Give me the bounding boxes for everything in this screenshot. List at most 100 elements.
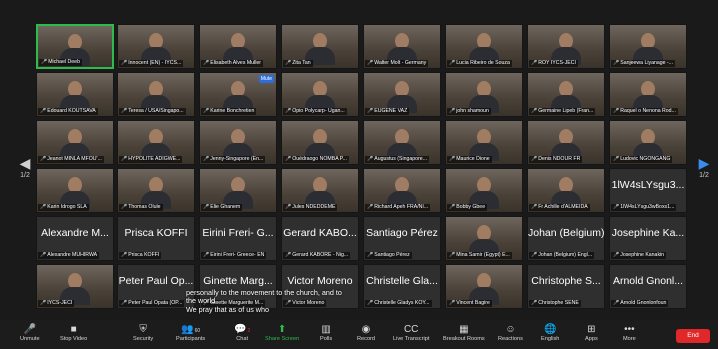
microphone-muted-icon: 🎤 (449, 300, 456, 306)
participant-tile[interactable]: 🎤HYPOLITE ADIGWE... (117, 120, 195, 165)
participant-tile[interactable]: 🎤Germaine Lipeb (Fran... (527, 72, 605, 117)
microphone-muted-icon: 🎤 (121, 300, 128, 306)
participant-tile[interactable]: Josephine Ka... 🎤Josephine Kanakin (609, 216, 687, 261)
participant-tile[interactable]: Eirini Freri- G... 🎤Eirini Freri- Greece-… (199, 216, 277, 261)
participant-tile[interactable]: 🎤Ludovic NGONGANG (609, 120, 687, 165)
participant-name-label: 🎤Germaine Lipeb (Fran... (529, 108, 596, 115)
participant-name: Elie Ghanem (210, 204, 241, 210)
participant-tile[interactable]: 🎤john shamoun (445, 72, 523, 117)
participant-name-label: 🎤Eirini Freri- Greece- EN (201, 252, 267, 259)
live-transcript-button[interactable]: CC Live Transcript (393, 324, 429, 342)
caption-line-3: We pray that as of us who (186, 304, 269, 314)
more-button[interactable]: ••• More (623, 324, 636, 342)
participant-tile[interactable]: 🎤IYCS-JECI (36, 264, 114, 309)
participant-name: Germaine Lipeb (Fran... (538, 108, 594, 114)
participant-display-name: Alexandre M... (41, 227, 109, 239)
apps-icon: ⊞ (587, 324, 596, 335)
participant-tile[interactable]: 🎤Edouard KOUTSAVA (36, 72, 114, 117)
participant-tile[interactable]: Mute 🎤Karine Bonchretien (199, 72, 277, 117)
participant-tile[interactable]: 🎤Bobby Gbee (445, 168, 523, 213)
participant-name-label: 🎤Vincent Bagire (447, 300, 492, 307)
microphone-muted-icon: 🎤 (23, 324, 37, 335)
participant-tile[interactable]: 🎤Jenny-Singapore (En... (199, 120, 277, 165)
participant-tile[interactable]: Arnold Gnonl... 🎤Arnold Gnonlonfoun (609, 264, 687, 309)
participant-tile[interactable]: 🎤Walter Molt - Germany (363, 24, 441, 69)
microphone-muted-icon: 🎤 (203, 252, 210, 258)
participant-tile[interactable]: 🎤Lucia Ribeiro de Souza (445, 24, 523, 69)
participant-tile[interactable]: 🎤Fr Achille d'ALMEIDA (527, 168, 605, 213)
participant-tile[interactable]: 🎤Karin Idrogo SLA (36, 168, 114, 213)
microphone-muted-icon: 🎤 (121, 204, 128, 210)
participant-tile[interactable]: Prisca KOFFI 🎤Prisca KOFFI (117, 216, 195, 261)
prev-page-button[interactable]: ◀ 1/2 (16, 154, 34, 194)
next-page-button[interactable]: ▶ 1/2 (695, 154, 713, 194)
participant-tile[interactable]: Christophe S... 🎤Christophe SENE (527, 264, 605, 309)
participant-tile[interactable]: 🎤Vincent Bagire (445, 264, 523, 309)
page-indicator-right: 1/2 (699, 172, 709, 179)
participant-tile[interactable]: 🎤Richard Apeh FRA/NI... (363, 168, 441, 213)
participant-tile[interactable]: 🎤Sanjeewa Liyanage -... (609, 24, 687, 69)
unmute-button[interactable]: 🎤 Unmute (20, 324, 40, 342)
participant-name-label: 🎤Augustus (Singapore... (365, 156, 430, 163)
participant-name-label: 🎤Denis NDOUR FR (529, 156, 583, 163)
participant-name: Walter Molt - Germany (374, 60, 427, 66)
security-button[interactable]: ⛨ Security (133, 324, 153, 342)
participant-tile[interactable]: 🎤Teresa / USA/Singapo... (117, 72, 195, 117)
participant-name-label: 🎤EUGENE VAZ (365, 108, 410, 115)
microphone-muted-icon: 🎤 (449, 252, 456, 258)
participant-tile[interactable]: 🎤Elisabeth Alves Muller (199, 24, 277, 69)
participant-name: Maurice Dione (456, 156, 490, 162)
participant-tile[interactable]: 🎤Ouédraogo NOMBA P... (281, 120, 359, 165)
breakout-rooms-button[interactable]: ▦ Breakout Rooms (443, 324, 485, 342)
participant-name-label: 🎤Arnold Gnonlonfoun (611, 300, 669, 307)
record-button[interactable]: ◉ Record (357, 324, 375, 342)
participant-name-label: 🎤Jeanot MINLA MFOU'... (38, 156, 104, 163)
participant-tile[interactable]: Peter Paul Op... 🎤Peter Paul Opata (OP... (117, 264, 195, 309)
participant-tile[interactable]: 🎤Jeanot MINLA MFOU'... (36, 120, 114, 165)
participant-tile[interactable]: Johan (Belgium) 🎤Johan (Belgium) Engl... (527, 216, 605, 261)
participant-name: Bobby Gbee (456, 204, 486, 210)
microphone-muted-icon: 🎤 (531, 300, 538, 306)
participant-tile[interactable]: 🎤Opio Polycarp- Ugan... (281, 72, 359, 117)
participant-name: Sanjeewa Liyanage -... (620, 60, 674, 66)
end-meeting-button[interactable]: End (676, 329, 710, 343)
participant-tile[interactable]: 🎤Raquel o Nenona Rod... (609, 72, 687, 117)
microphone-muted-icon: 🎤 (367, 252, 374, 258)
participant-tile[interactable]: 🎤Maurice Dione (445, 120, 523, 165)
participant-name: Innocent (EN) - IYCS... (128, 60, 182, 66)
apps-button[interactable]: ⊞ Apps (585, 324, 598, 342)
chevron-left-icon: ◀ (19, 155, 31, 171)
participant-tile[interactable]: 1lW4sLYsgu3... 🎤1lW4sLYsgu3wBoxs1... (609, 168, 687, 213)
participant-display-name: Santiago Pérez (366, 227, 438, 239)
participant-name-label: 🎤Alexandre MUHIRWA (38, 252, 100, 259)
participant-display-name: Christophe S... (531, 275, 601, 287)
participant-name: Johan (Belgium) Engl... (538, 252, 593, 258)
stop-video-button[interactable]: ■ Stop Video (60, 324, 87, 342)
share-screen-button[interactable]: ⬆ Share Screen (265, 324, 299, 342)
participants-button[interactable]: 👥60 Participants (176, 324, 205, 342)
participant-tile[interactable]: 🎤Augustus (Singapore... (363, 120, 441, 165)
participant-name: Alexandre MUHIRWA (47, 252, 98, 258)
participant-tile[interactable]: 🎤Elie Ghanem (199, 168, 277, 213)
microphone-muted-icon: 🎤 (203, 204, 210, 210)
participant-tile[interactable]: 🎤ROY IYCS-JECI (527, 24, 605, 69)
mute-tag[interactable]: Mute (258, 75, 274, 83)
participant-tile[interactable]: 🎤Zita Tan (281, 24, 359, 69)
participant-tile[interactable]: 🎤Innocent (EN) - IYCS... (117, 24, 195, 69)
microphone-muted-icon: 🎤 (613, 252, 620, 258)
participant-display-name: Eirini Freri- G... (202, 227, 274, 239)
participant-tile[interactable]: 🎤Jules NDEDDEME (281, 168, 359, 213)
participant-tile[interactable]: 🎤EUGENE VAZ (363, 72, 441, 117)
participant-tile[interactable]: Gerard KABO... 🎤Gerard KABORE - Nig... (281, 216, 359, 261)
participant-tile[interactable]: 🎤Mina Samir (Egypt) E... (445, 216, 523, 261)
microphone-muted-icon: 🎤 (613, 204, 620, 210)
participant-tile[interactable]: Santiago Pérez 🎤Santiago Pérez (363, 216, 441, 261)
participant-tile[interactable]: 🎤Denis NDOUR FR (527, 120, 605, 165)
participant-tile[interactable]: 🎤Thomas Olule (117, 168, 195, 213)
participant-tile[interactable]: 🎤Michael Deeb (36, 24, 114, 69)
participant-tile[interactable]: Alexandre M... 🎤Alexandre MUHIRWA (36, 216, 114, 261)
polls-button[interactable]: ▥ Polls (320, 324, 332, 342)
language-button[interactable]: 🌐 English (541, 324, 559, 342)
reactions-button[interactable]: ☺ Reactions (498, 324, 523, 342)
chat-button[interactable]: 💬2 Chat (234, 324, 250, 342)
